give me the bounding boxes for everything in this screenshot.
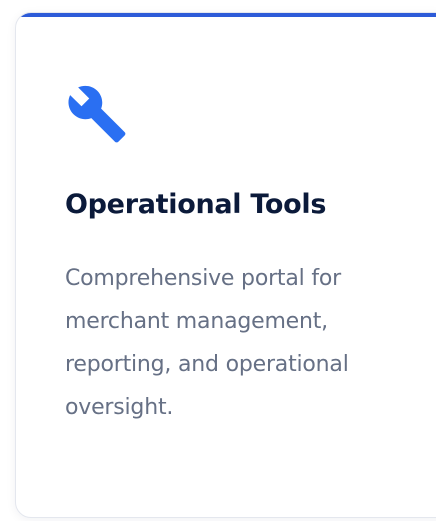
wrench-icon [68, 85, 126, 143]
card-description: Comprehensive portal for merchant manage… [65, 266, 349, 420]
operational-tools-card: Operational Tools Comprehensive portal f… [15, 12, 436, 518]
card-title: Operational Tools [65, 189, 327, 220]
card-top-accent [16, 13, 436, 17]
